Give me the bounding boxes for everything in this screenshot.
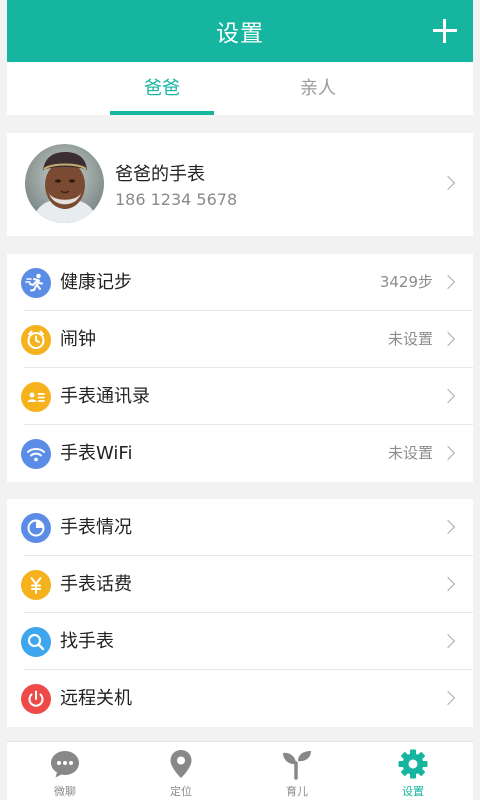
tab-dad[interactable]: 爸爸 bbox=[110, 62, 214, 115]
chevron-right-icon bbox=[440, 274, 456, 290]
member-tabs: 爸爸 亲人 bbox=[7, 62, 473, 115]
contacts-card-icon bbox=[21, 382, 51, 412]
alarm-clock-icon bbox=[21, 325, 51, 355]
pie-chart-icon bbox=[21, 513, 51, 543]
row-label: 远程关机 bbox=[60, 688, 132, 709]
settings-group-1: 健康记步 3429步 闹钟 未设置 手表通讯录 手表WiFi 未设置 bbox=[7, 254, 473, 482]
row-watch-wifi[interactable]: 手表WiFi 未设置 bbox=[7, 425, 473, 482]
row-watch-phone-bill[interactable]: 手表话费 bbox=[7, 556, 473, 613]
nav-label: 设置 bbox=[402, 785, 424, 798]
watch-owner-name: 爸爸的手表 bbox=[115, 164, 205, 185]
chat-bubble-icon bbox=[49, 748, 81, 780]
search-icon bbox=[21, 627, 51, 657]
row-label: 手表情况 bbox=[60, 517, 132, 538]
nav-label: 定位 bbox=[170, 785, 192, 798]
row-health-steps[interactable]: 健康记步 3429步 bbox=[7, 254, 473, 311]
row-label: 闹钟 bbox=[60, 329, 96, 350]
nav-label: 微聊 bbox=[54, 785, 76, 798]
chevron-right-icon bbox=[440, 388, 456, 404]
nav-item-parenting[interactable]: 育儿 bbox=[239, 742, 355, 800]
wifi-status: 未设置 bbox=[387, 444, 433, 462]
row-watch-status[interactable]: 手表情况 bbox=[7, 499, 473, 556]
app-screen: 设置 爸爸 亲人 爸爸的手表 186 1234 5678 健康记步 3429步 … bbox=[7, 0, 473, 800]
alarm-status: 未设置 bbox=[387, 330, 433, 348]
running-icon bbox=[21, 268, 51, 298]
avatar bbox=[25, 144, 104, 223]
row-find-watch[interactable]: 找手表 bbox=[7, 613, 473, 670]
power-icon bbox=[21, 684, 51, 714]
header-bar: 设置 bbox=[7, 0, 473, 62]
gear-icon bbox=[397, 748, 429, 780]
row-label: 手表话费 bbox=[60, 574, 132, 595]
nav-item-location[interactable]: 定位 bbox=[123, 742, 239, 800]
row-remote-shutdown[interactable]: 远程关机 bbox=[7, 670, 473, 727]
watch-profile-card[interactable]: 爸爸的手表 186 1234 5678 bbox=[7, 133, 473, 236]
row-label: 手表WiFi bbox=[60, 443, 133, 464]
settings-group-2: 手表情况 手表话费 找手表 远程关机 bbox=[7, 499, 473, 727]
row-label: 健康记步 bbox=[60, 272, 132, 293]
row-watch-contacts[interactable]: 手表通讯录 bbox=[7, 368, 473, 425]
page-title: 设置 bbox=[216, 21, 264, 47]
steps-count: 3429步 bbox=[379, 273, 433, 291]
location-pin-icon bbox=[165, 748, 197, 780]
tab-family[interactable]: 亲人 bbox=[266, 62, 370, 115]
chevron-right-icon bbox=[440, 445, 456, 461]
nav-item-settings[interactable]: 设置 bbox=[355, 742, 471, 800]
row-label: 找手表 bbox=[60, 631, 114, 652]
active-tab-indicator bbox=[110, 111, 214, 115]
nav-label: 育儿 bbox=[286, 785, 308, 798]
yuan-icon bbox=[21, 570, 51, 600]
chevron-right-icon bbox=[440, 519, 456, 535]
chevron-right-icon bbox=[440, 175, 456, 191]
row-label: 手表通讯录 bbox=[60, 386, 150, 407]
chevron-right-icon bbox=[440, 633, 456, 649]
chevron-right-icon bbox=[440, 690, 456, 706]
wifi-icon bbox=[21, 439, 51, 469]
row-alarm[interactable]: 闹钟 未设置 bbox=[7, 311, 473, 368]
chevron-right-icon bbox=[440, 331, 456, 347]
bottom-nav: 微聊 定位 育儿 设置 bbox=[7, 741, 473, 800]
nav-item-chat[interactable]: 微聊 bbox=[7, 742, 123, 800]
sprout-icon bbox=[281, 748, 313, 780]
watch-phone-number: 186 1234 5678 bbox=[115, 190, 238, 209]
chevron-right-icon bbox=[440, 576, 456, 592]
add-plus-icon[interactable] bbox=[431, 17, 459, 45]
